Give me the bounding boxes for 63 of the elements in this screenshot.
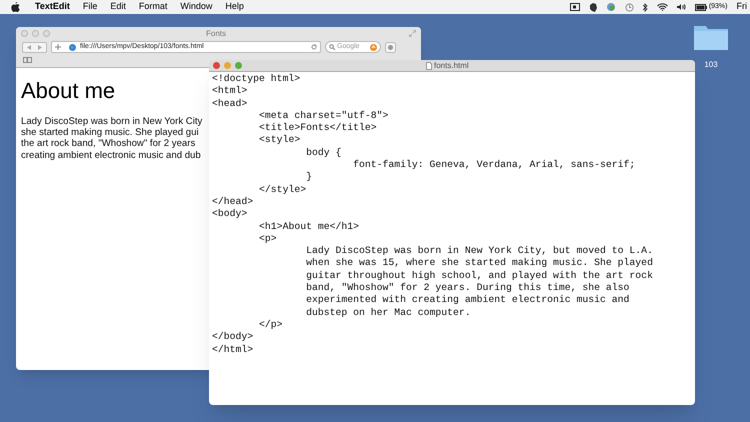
code-line: experimented with creating ambient electronic music and	[305, 294, 630, 307]
plus-icon[interactable]	[55, 44, 61, 50]
clock-icon[interactable]	[624, 2, 634, 12]
wifi-icon[interactable]	[656, 3, 668, 11]
code-line: body {	[305, 146, 342, 160]
minimize-button[interactable]	[224, 62, 231, 69]
back-forward-buttons[interactable]	[22, 42, 47, 52]
reload-icon[interactable]	[311, 44, 317, 50]
code-line: <head>	[212, 98, 248, 110]
code-line: </body>	[212, 331, 254, 344]
menu-item[interactable]: File	[82, 0, 98, 14]
code-line: <!doctype html>	[212, 73, 300, 86]
globe-icon	[69, 44, 76, 50]
code-line: </p>	[258, 318, 283, 332]
code-line: </html>	[212, 344, 254, 356]
code-line: font-family: Geneva, Verdana, Arial, sans-serif;	[352, 159, 636, 172]
close-button[interactable]	[21, 30, 28, 37]
circle-arrow-icon[interactable]	[370, 44, 377, 50]
bluetooth-icon[interactable]	[642, 2, 648, 12]
menu-item[interactable]: Window	[180, 0, 212, 14]
camera-icon[interactable]	[570, 3, 580, 11]
fullscreen-icon[interactable]	[409, 30, 416, 37]
paragraph-line: she started making music. She played gui	[21, 127, 199, 138]
window-title: Fonts	[206, 28, 226, 40]
menu-item[interactable]: Help	[225, 0, 244, 14]
close-button[interactable]	[213, 62, 220, 69]
forward-icon[interactable]	[38, 44, 42, 50]
zoom-button[interactable]	[235, 62, 242, 69]
code-line: </style>	[258, 184, 306, 196]
app-menu[interactable]: TextEdit	[35, 0, 70, 14]
menu-item[interactable]: Format	[138, 0, 168, 14]
folder-label[interactable]: 103	[704, 59, 718, 71]
code-line: }	[305, 171, 312, 184]
paragraph-line: the art rock band, "Whoshow" for 2 years	[21, 138, 196, 150]
code-line: <h1>About me</h1>	[258, 220, 359, 233]
menu-item[interactable]: Edit	[110, 0, 126, 14]
battery-icon[interactable]	[694, 4, 707, 10]
minimize-button[interactable]	[32, 30, 39, 37]
code-line: guitar throughout high school, and played with the art rock	[305, 270, 653, 282]
clock-day[interactable]: Fri	[736, 0, 747, 14]
code-line: Lady DiscoStep was born in New York City, but moved to L.A.	[305, 245, 653, 258]
page-heading: About me	[21, 77, 116, 105]
code-line: <p>	[258, 232, 277, 246]
code-line: when she was 15, where she started making music. She played	[305, 257, 653, 270]
code-line: <body>	[212, 208, 248, 221]
code-line: dubstep on her Mac computer.	[305, 306, 471, 319]
window-title: fonts.html	[434, 60, 469, 72]
book-icon[interactable]	[23, 57, 32, 63]
code-line: </head>	[212, 196, 254, 208]
paragraph-line: Lady DiscoStep was born in New York City	[21, 116, 202, 128]
apple-icon[interactable]	[11, 2, 20, 12]
code-line: <html>	[212, 85, 248, 98]
download-icon[interactable]	[385, 42, 396, 52]
zoom-button[interactable]	[43, 30, 50, 37]
code-line: <style>	[258, 134, 300, 147]
code-line: <title>Fonts</title>	[258, 122, 377, 134]
back-icon[interactable]	[26, 44, 31, 50]
paragraph-line: creating ambient electronic music and dub	[21, 150, 201, 161]
code-line: band, "Whoshow" for 2 years. During this time, she also	[305, 282, 630, 294]
speaker-icon[interactable]	[676, 3, 686, 11]
search-icon	[329, 44, 335, 50]
document-icon	[426, 62, 432, 70]
code-line: <meta charset="utf-8">	[258, 110, 388, 122]
